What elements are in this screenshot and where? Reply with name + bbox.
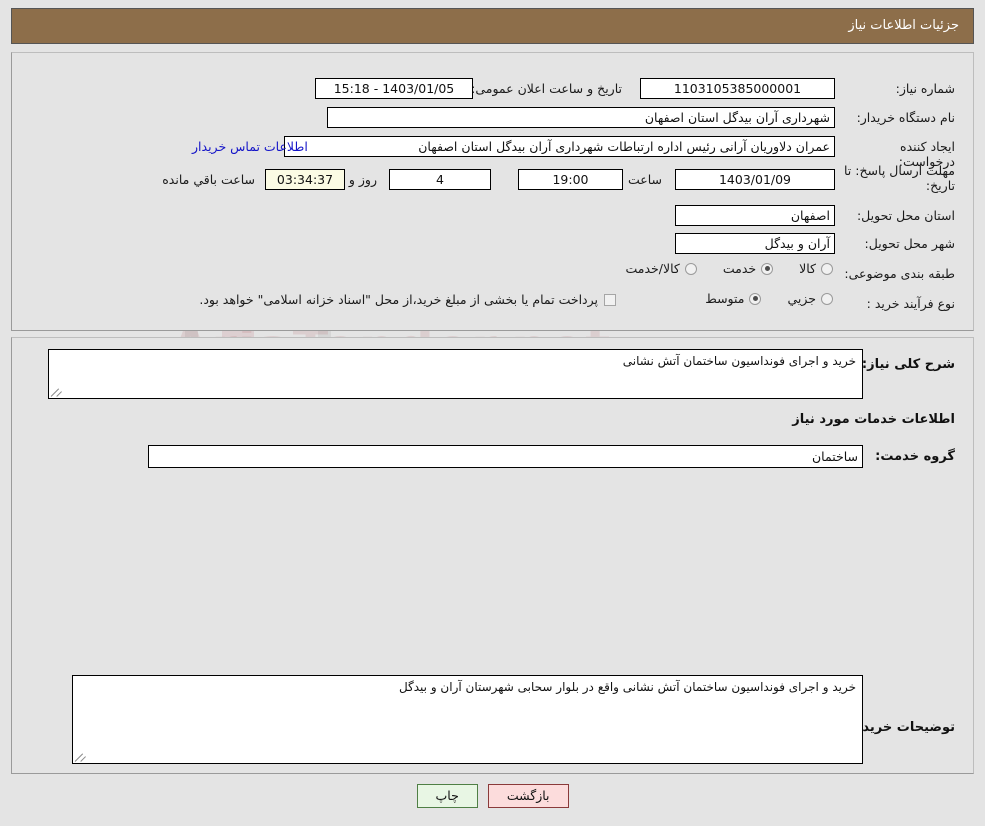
purchase-process-label: نوع فرآیند خرید : (866, 296, 955, 311)
buyer-notes-value: خرید و اجرای فونداسیون ساختمان آتش نشانی… (398, 680, 856, 694)
footer-button-bar: بازگشت چاپ (0, 784, 985, 808)
general-need-textarea[interactable]: خرید و اجرای فونداسیون ساختمان آتش نشانی (48, 349, 863, 399)
radio-icon (821, 292, 833, 305)
services-section-title: اطلاعات خدمات مورد نیاز (792, 412, 955, 427)
category-option-label: کالا (799, 261, 816, 276)
subject-category-label: طبقه بندی موضوعی: (844, 266, 955, 281)
category-radio-kala-khedmat[interactable]: کالا/خدمت (625, 261, 697, 276)
general-need-value: خرید و اجرای فونداسیون ساختمان آتش نشانی (622, 354, 856, 368)
treasury-checkbox[interactable] (604, 293, 616, 306)
need-number-value: 1103105385000001 (640, 78, 835, 99)
buyer-org-value: شهرداری آران بیدگل استان اصفهان (327, 107, 835, 128)
buyer-notes-textarea[interactable]: خرید و اجرای فونداسیون ساختمان آتش نشانی… (72, 675, 863, 764)
category-option-label: کالا/خدمت (625, 261, 680, 276)
radio-selected-icon (749, 292, 762, 305)
announce-datetime-label: تاریخ و ساعت اعلان عمومی: (471, 81, 622, 96)
back-button[interactable]: بازگشت (487, 784, 569, 808)
treasury-note-row: پرداخت تمام یا بخشی از مبلغ خرید،از محل … (199, 292, 616, 307)
announce-datetime-value: 1403/01/05 - 15:18 (315, 78, 473, 99)
need-number-label: شماره نیاز: (895, 81, 955, 96)
need-info-panel: شماره نیاز: 1103105385000001 تاریخ و ساع… (11, 52, 974, 331)
process-radio-motavaset[interactable]: متوسط (705, 291, 762, 306)
creator-value: عمران دلاوریان آرانی رئیس اداره ارتباطات… (284, 136, 835, 157)
general-need-label: شرح کلی نیاز: (861, 357, 955, 372)
deadline-date-value: 1403/01/09 (675, 169, 835, 190)
purchase-process-group: جزیي متوسط (679, 291, 833, 306)
process-option-label: متوسط (705, 291, 745, 306)
countdown-timer: 03:34:37 (265, 169, 345, 190)
delivery-province-value: اصفهان (675, 205, 835, 226)
deadline-hour-value: 19:00 (518, 169, 623, 190)
subject-category-group: کالا خدمت کالا/خدمت (599, 261, 833, 276)
delivery-city-label: شهر محل تحویل: (864, 236, 955, 251)
buyer-org-label: نام دستگاه خریدار: (856, 110, 955, 125)
process-option-label: جزیي (787, 291, 816, 306)
remaining-days-label: روز و (348, 172, 377, 187)
category-option-label: خدمت (722, 261, 757, 276)
category-radio-khedmat[interactable]: خدمت (722, 261, 774, 276)
resize-grip-icon[interactable] (74, 751, 86, 762)
page-title: جزئیات اطلاعات نیاز (848, 18, 959, 33)
process-radio-jozi[interactable]: جزیي (787, 291, 833, 306)
deadline-hour-label: ساعت (627, 172, 662, 187)
delivery-city-value: آران و بیدگل (675, 233, 835, 254)
radio-selected-icon (761, 262, 774, 275)
radio-icon (821, 262, 833, 275)
countdown-label: ساعت باقي مانده (162, 172, 255, 187)
service-group-label: گروه خدمت: (875, 449, 955, 464)
radio-icon (684, 262, 697, 275)
category-radio-kala[interactable]: کالا (799, 261, 833, 276)
page-header: جزئیات اطلاعات نیاز (11, 8, 974, 44)
remaining-days-value: 4 (389, 169, 491, 190)
resize-grip-icon[interactable] (50, 386, 62, 397)
service-group-value: ساختمان (148, 445, 863, 468)
treasury-note-text: پرداخت تمام یا بخشی از مبلغ خرید،از محل … (199, 292, 598, 307)
delivery-province-label: استان محل تحویل: (856, 208, 955, 223)
print-button[interactable]: چاپ (416, 784, 478, 808)
buyer-contact-link[interactable]: اطلاعات تماس خریدار (192, 139, 308, 154)
deadline-label: مهلت ارسال پاسخ: تا تاریخ: (844, 163, 955, 193)
need-details-panel: شرح کلی نیاز: خرید و اجرای فونداسیون ساخ… (11, 337, 974, 774)
